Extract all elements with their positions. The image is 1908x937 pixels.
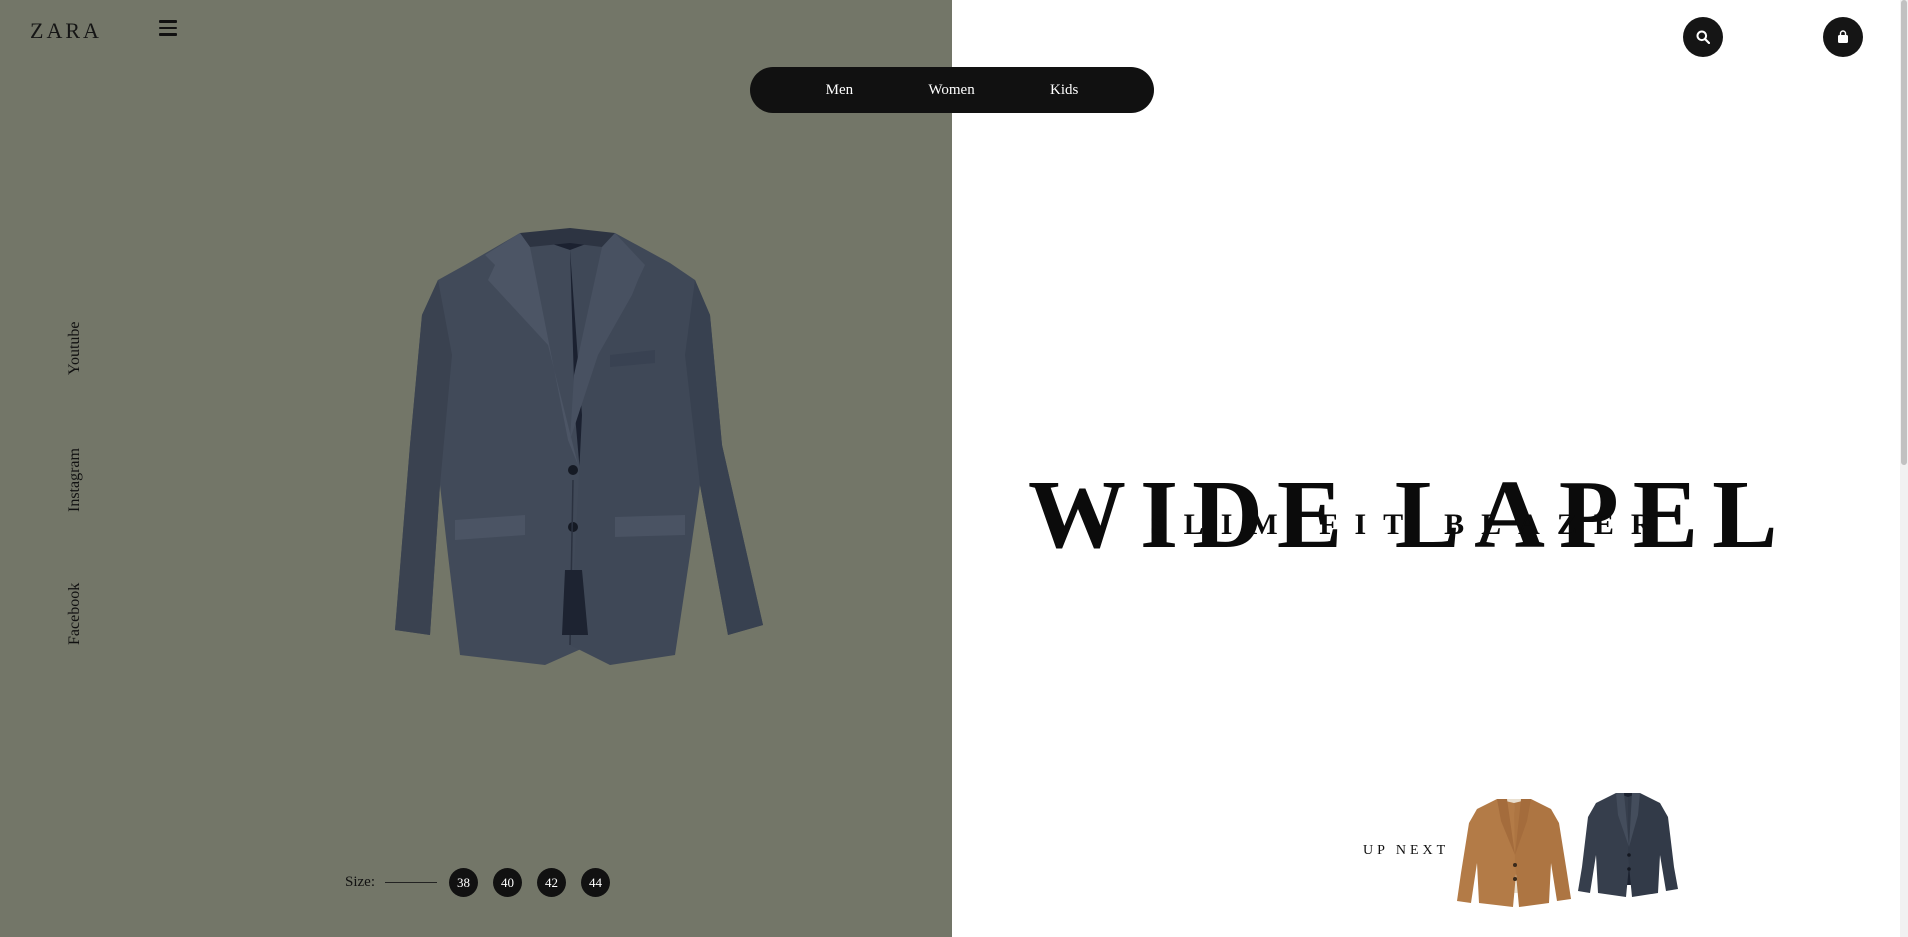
page-scrollbar[interactable]	[1900, 0, 1908, 937]
up-next-thumbnail-camel-blazer[interactable]	[1457, 793, 1571, 907]
size-option-40[interactable]: 40	[493, 868, 522, 897]
up-next-label: UP NEXT	[1363, 843, 1450, 858]
up-next-thumbnail-navy-blazer[interactable]	[1578, 789, 1678, 899]
social-link-facebook[interactable]: Facebook	[66, 583, 84, 645]
hamburger-menu-icon[interactable]	[159, 20, 177, 38]
scrollbar-thumb[interactable]	[1901, 0, 1907, 465]
shopping-bag-button[interactable]	[1823, 17, 1863, 57]
search-button[interactable]	[1683, 17, 1723, 57]
page-root: ZARA Youtube Instagram Facebook Size: 38…	[0, 0, 1908, 937]
size-label: Size:	[345, 874, 375, 890]
size-option-38[interactable]: 38	[449, 868, 478, 897]
shopping-bag-icon	[1838, 30, 1848, 43]
social-link-instagram[interactable]: Instagram	[66, 448, 84, 512]
brand-logo[interactable]: ZARA	[30, 18, 102, 44]
nav-item-men[interactable]: Men	[826, 82, 854, 99]
product-image-panel: ZARA Youtube Instagram Facebook Size: 38…	[0, 0, 952, 937]
search-icon	[1696, 30, 1710, 44]
size-option-44[interactable]: 44	[581, 868, 610, 897]
social-link-youtube[interactable]: Youtube	[66, 322, 84, 376]
size-divider	[385, 882, 437, 883]
nav-item-women[interactable]: Women	[928, 82, 974, 99]
size-selector: Size: 38 40 42 44	[345, 868, 625, 897]
blazer-product-image	[395, 228, 763, 665]
size-option-42[interactable]: 42	[537, 868, 566, 897]
nav-item-kids[interactable]: Kids	[1050, 82, 1078, 99]
category-nav: Men Women Kids	[750, 67, 1154, 113]
product-subtitle: SLIM FIT BLAZER	[1150, 508, 1670, 541]
